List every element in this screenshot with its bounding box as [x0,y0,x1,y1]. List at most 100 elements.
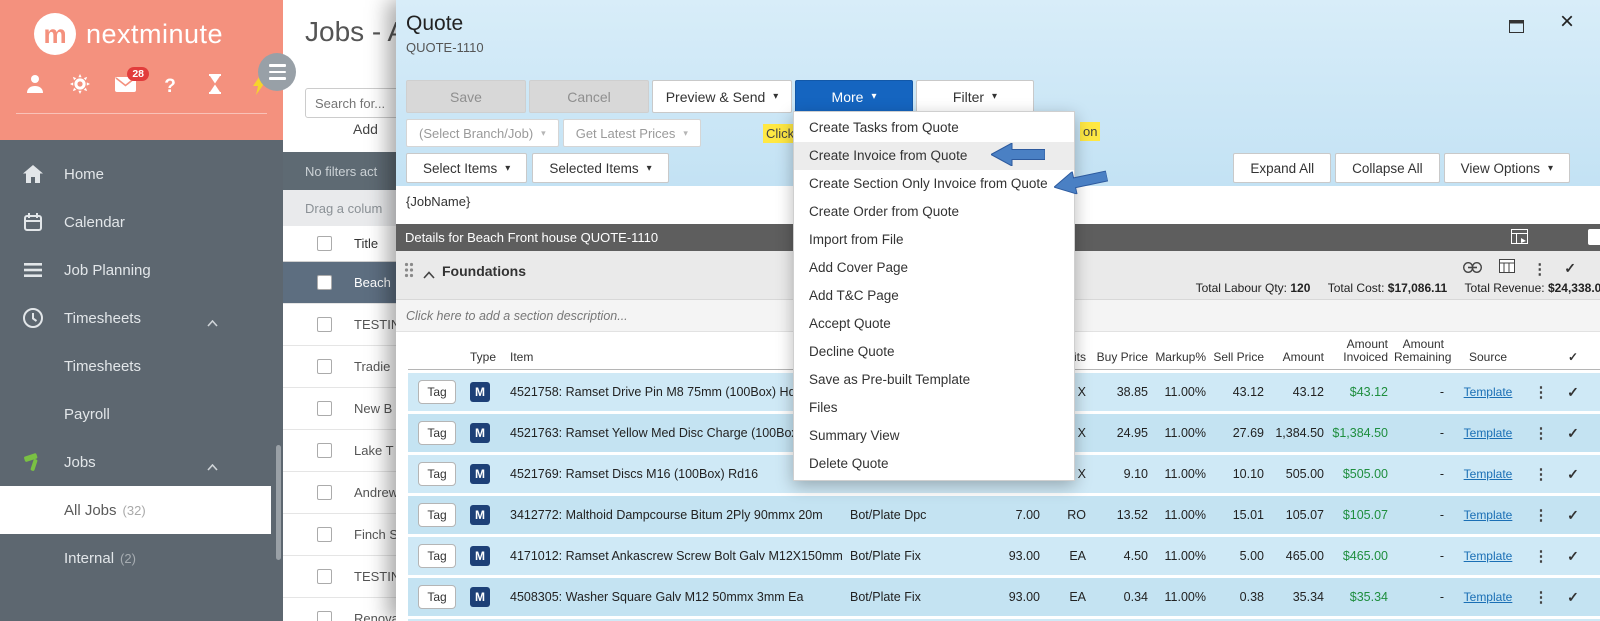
sidebar-item-payroll[interactable]: Payroll [0,390,283,438]
section-menu-kebab-icon[interactable]: ⋮ [1532,260,1547,278]
help-icon[interactable]: ? [159,76,181,98]
row-menu-kebab-icon[interactable]: ⋮ [1526,547,1556,565]
table-row[interactable]: Tag M 3412772: Malthoid Dampcourse Bitum… [408,496,1600,534]
sidebar-item-timesheets[interactable]: Timesheets [0,294,283,342]
row-menu-kebab-icon[interactable]: ⋮ [1526,424,1556,442]
tag-button[interactable]: Tag [418,503,456,527]
sidebar-toggle-button[interactable] [258,53,296,91]
column-header-markup[interactable]: Markup% [1154,351,1212,369]
menu-item-files[interactable]: Files [794,394,1074,422]
row-check-icon[interactable]: ✓ [1556,589,1590,606]
selected-items-button[interactable]: Selected Items ▾ [532,153,669,183]
user-icon[interactable] [24,74,46,99]
source-template-link[interactable]: Template [1464,590,1513,604]
menu-item-add-cover-page[interactable]: Add Cover Page [794,254,1074,282]
column-header-buy-price[interactable]: Buy Price [1094,351,1154,369]
row-checkbox[interactable] [317,317,332,332]
menu-item-accept-quote[interactable]: Accept Quote [794,310,1074,338]
toolbar-icon-partial[interactable] [1588,229,1600,245]
collapse-section-icon[interactable] [423,266,435,284]
sidebar-scrollbar[interactable] [276,445,281,560]
row-checkbox[interactable] [317,359,332,374]
link-icon[interactable] [1463,260,1483,278]
select-items-button[interactable]: Select Items ▾ [406,153,528,183]
source-template-link[interactable]: Template [1464,549,1513,563]
column-header-amount[interactable]: Amount [1270,351,1330,369]
add-button[interactable]: Add [353,121,378,137]
row-menu-kebab-icon[interactable]: ⋮ [1526,588,1556,606]
column-header-source[interactable]: Source [1450,351,1526,369]
tag-button[interactable]: Tag [418,421,456,445]
tag-button[interactable]: Tag [418,462,456,486]
header-check-icon[interactable]: ✓ [1556,351,1590,369]
source-template-link[interactable]: Template [1464,385,1513,399]
row-checkbox[interactable] [317,401,332,416]
spreadsheet-icon[interactable] [1499,259,1516,278]
row-menu-kebab-icon[interactable]: ⋮ [1526,383,1556,401]
sidebar-item-home[interactable]: Home [0,150,283,198]
hourglass-icon[interactable] [204,74,226,99]
select-all-checkbox[interactable] [317,236,332,251]
gear-icon[interactable] [69,74,91,99]
branch-job-select[interactable]: (Select Branch/Job) ▾ [406,119,559,147]
sidebar-item-internal[interactable]: Internal (2) [0,534,283,582]
row-menu-kebab-icon[interactable]: ⋮ [1526,506,1556,524]
tag-button[interactable]: Tag [418,380,456,404]
close-icon[interactable]: × [1560,10,1574,34]
column-header-sell-price[interactable]: Sell Price [1212,351,1270,369]
menu-item-save-prebuilt-template[interactable]: Save as Pre-built Template [794,366,1074,394]
export-table-icon[interactable] [1511,229,1528,247]
more-button[interactable]: More ▾ [795,80,913,113]
view-options-button[interactable]: View Options ▾ [1443,153,1570,183]
column-header-type[interactable]: Type [408,351,500,369]
source-template-link[interactable]: Template [1464,426,1513,440]
menu-item-summary-view[interactable]: Summary View [794,422,1074,450]
row-checkbox[interactable] [317,485,332,500]
section-check-icon[interactable]: ✓ [1564,260,1576,277]
row-checkbox[interactable] [317,569,332,584]
row-check-icon[interactable]: ✓ [1556,507,1590,524]
tag-button[interactable]: Tag [418,544,456,568]
source-template-link[interactable]: Template [1464,508,1513,522]
caret-down-icon: ▾ [505,162,511,174]
row-check-icon[interactable]: ✓ [1556,384,1590,401]
sidebar-item-jobs[interactable]: Jobs [0,438,283,486]
menu-item-add-tc-page[interactable]: Add T&C Page [794,282,1074,310]
sidebar-item-job-planning[interactable]: Job Planning [0,246,283,294]
tag-button[interactable]: Tag [418,585,456,609]
table-row[interactable]: Tag M 4171012: Ramset Ankascrew Screw Bo… [408,537,1600,575]
menu-item-create-order[interactable]: Create Order from Quote [794,198,1074,226]
menu-item-create-tasks[interactable]: Create Tasks from Quote [794,114,1074,142]
drag-handle-icon[interactable] [404,262,414,283]
row-checkbox[interactable] [317,611,332,621]
sidebar-item-calendar[interactable]: Calendar [0,198,283,246]
source-template-link[interactable]: Template [1464,467,1513,481]
row-check-icon[interactable]: ✓ [1556,466,1590,483]
preview-send-button[interactable]: Preview & Send ▾ [652,80,792,113]
filter-button[interactable]: Filter ▾ [916,80,1034,113]
expand-all-button[interactable]: Expand All [1233,153,1332,183]
sidebar-item-timesheets-sub[interactable]: Timesheets [0,342,283,390]
get-latest-prices-select[interactable]: Get Latest Prices ▾ [562,119,701,147]
row-check-icon[interactable]: ✓ [1556,425,1590,442]
maximize-icon[interactable] [1509,20,1524,38]
menu-item-import-from-file[interactable]: Import from File [794,226,1074,254]
save-button[interactable]: Save [406,80,526,113]
menu-item-decline-quote[interactable]: Decline Quote [794,338,1074,366]
menu-item-create-section-only-invoice[interactable]: Create Section Only Invoice from Quote [794,170,1074,198]
row-menu-kebab-icon[interactable]: ⋮ [1526,465,1556,483]
column-header-amount-remaining[interactable]: Amount Remaining [1394,338,1451,369]
menu-item-delete-quote[interactable]: Delete Quote [794,450,1074,478]
cancel-button[interactable]: Cancel [529,80,649,113]
table-row[interactable]: Tag M 4508305: Washer Square Galv M12 50… [408,578,1600,616]
mail-icon[interactable]: 28 [114,66,149,97]
sidebar-item-label: Home [64,165,105,183]
row-checkbox[interactable] [317,275,332,290]
column-header-amount-invoiced[interactable]: Amount Invoiced [1330,338,1394,369]
row-check-icon[interactable]: ✓ [1556,548,1590,565]
row-checkbox[interactable] [317,443,332,458]
column-header-title[interactable]: Title [354,236,378,251]
collapse-all-button[interactable]: Collapse All [1335,153,1440,183]
sidebar-item-all-jobs[interactable]: All Jobs (32) [0,486,271,534]
row-checkbox[interactable] [317,527,332,542]
